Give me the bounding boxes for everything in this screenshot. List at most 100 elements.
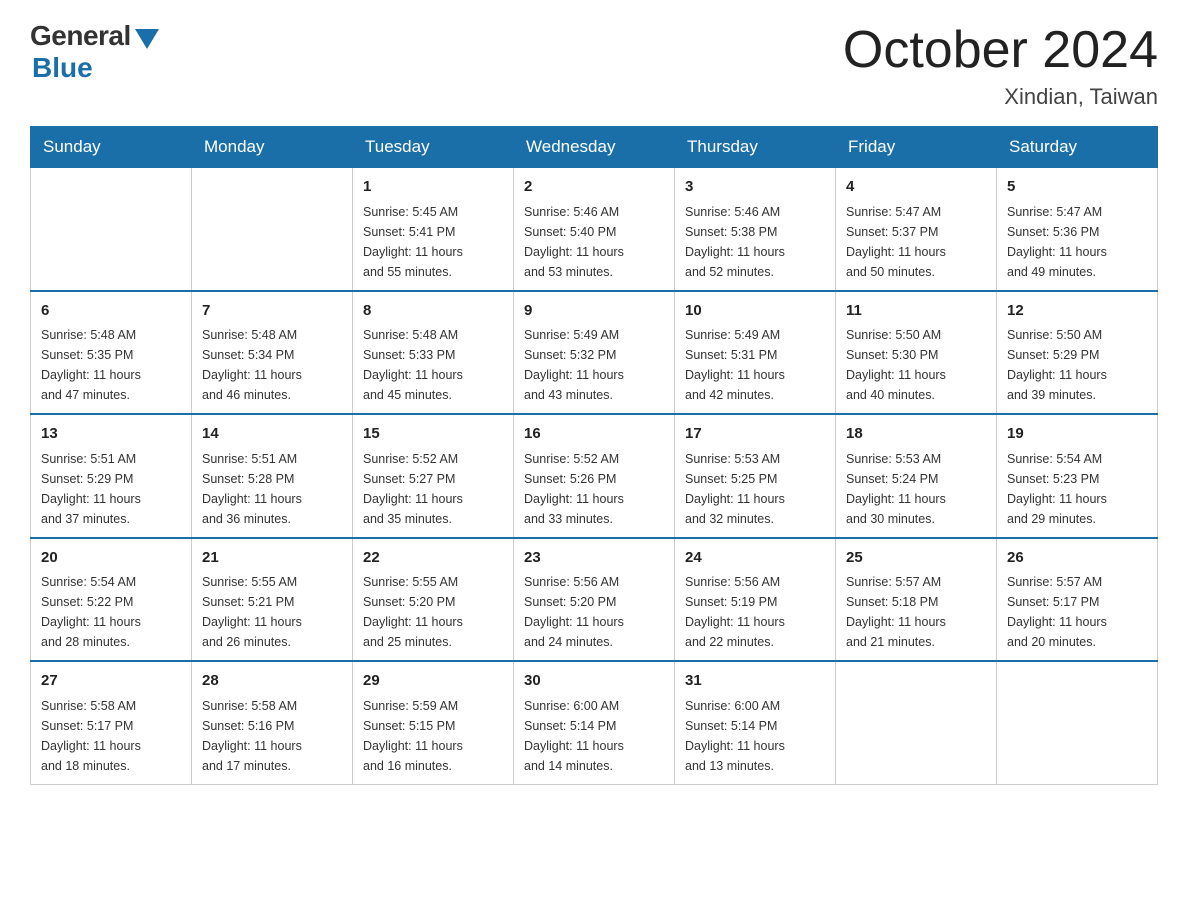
table-row: 9Sunrise: 5:49 AM Sunset: 5:32 PM Daylig…	[514, 291, 675, 415]
table-row: 21 Sunrise: 5:55 AM Sunset: 5:21 PM Dayli…	[192, 538, 353, 662]
table-row: 3 Sunrise: 5:46 AM Sunset: 5:38 PM Daylig…	[675, 168, 836, 291]
table-row: 20Sunrise: 5:54 AM Sunset: 5:22 PM Dayli…	[31, 538, 192, 662]
day-number: 23	[524, 547, 664, 570]
day-info: Sunrise: 5:57 AM Sunset: 5:17 PM Dayligh…	[1007, 575, 1107, 649]
table-row: 31Sunrise: 6:00 AM Sunset: 5:14 PM Dayli…	[675, 661, 836, 784]
day-info: Sunrise: 5:58 AM Sunset: 5:16 PM Dayligh…	[202, 699, 302, 773]
day-number: 26	[1007, 547, 1147, 570]
day-number: 9	[524, 300, 664, 323]
month-title: October 2024	[843, 20, 1158, 80]
day-number: 3	[685, 176, 825, 199]
table-row: 10 Sunrise: 5:49 AM Sunset: 5:31 PM Dayli…	[675, 291, 836, 415]
day-number: 31	[685, 670, 825, 693]
logo-triangle-icon	[135, 29, 159, 49]
table-row: 6 Sunrise: 5:48 AM Sunset: 5:35 PM Daylig…	[31, 291, 192, 415]
day-number: 25	[846, 547, 986, 570]
logo: General Blue	[30, 20, 159, 84]
day-info: Sunrise: 5:50 AM Sunset: 5:29 PM Dayligh…	[1007, 328, 1107, 402]
table-row: 15 Sunrise: 5:52 AM Sunset: 5:27 PM Dayli…	[353, 414, 514, 538]
day-number: 7	[202, 300, 342, 323]
calendar-week-row: 20Sunrise: 5:54 AM Sunset: 5:22 PM Dayli…	[31, 538, 1158, 662]
day-number: 29	[363, 670, 503, 693]
day-info: Sunrise: 5:57 AM Sunset: 5:18 PM Dayligh…	[846, 575, 946, 649]
header-sunday: Sunday	[31, 127, 192, 168]
day-info: Sunrise: 5:53 AM Sunset: 5:25 PM Dayligh…	[685, 452, 785, 526]
day-info: Sunrise: 5:55 AM Sunset: 5:21 PM Dayligh…	[202, 575, 302, 649]
table-row: 13 Sunrise: 5:51 AM Sunset: 5:29 PM Dayli…	[31, 414, 192, 538]
title-section: October 2024 Xindian, Taiwan	[843, 20, 1158, 110]
table-row: 23 Sunrise: 5:56 AM Sunset: 5:20 PM Dayli…	[514, 538, 675, 662]
location: Xindian, Taiwan	[843, 84, 1158, 110]
day-number: 17	[685, 423, 825, 446]
table-row: 11Sunrise: 5:50 AM Sunset: 5:30 PM Dayli…	[836, 291, 997, 415]
table-row: 7 Sunrise: 5:48 AM Sunset: 5:34 PM Daylig…	[192, 291, 353, 415]
day-info: Sunrise: 5:51 AM Sunset: 5:28 PM Dayligh…	[202, 452, 302, 526]
day-number: 15	[363, 423, 503, 446]
table-row: 24 Sunrise: 5:56 AM Sunset: 5:19 PM Dayli…	[675, 538, 836, 662]
table-row: 1 Sunrise: 5:45 AM Sunset: 5:41 PM Daylig…	[353, 168, 514, 291]
day-info: Sunrise: 5:47 AM Sunset: 5:37 PM Dayligh…	[846, 205, 946, 279]
table-row: 14 Sunrise: 5:51 AM Sunset: 5:28 PM Dayli…	[192, 414, 353, 538]
table-row: 4Sunrise: 5:47 AM Sunset: 5:37 PM Daylig…	[836, 168, 997, 291]
day-info: Sunrise: 5:52 AM Sunset: 5:26 PM Dayligh…	[524, 452, 624, 526]
day-info: Sunrise: 5:48 AM Sunset: 5:33 PM Dayligh…	[363, 328, 463, 402]
calendar-table: Sunday Monday Tuesday Wednesday Thursday…	[30, 126, 1158, 785]
day-number: 12	[1007, 300, 1147, 323]
day-number: 5	[1007, 176, 1147, 199]
logo-general-text: General	[30, 20, 131, 52]
day-info: Sunrise: 5:47 AM Sunset: 5:36 PM Dayligh…	[1007, 205, 1107, 279]
table-row: 18Sunrise: 5:53 AM Sunset: 5:24 PM Dayli…	[836, 414, 997, 538]
table-row: 5 Sunrise: 5:47 AM Sunset: 5:36 PM Daylig…	[997, 168, 1158, 291]
day-number: 21	[202, 547, 342, 570]
table-row: 29 Sunrise: 5:59 AM Sunset: 5:15 PM Dayli…	[353, 661, 514, 784]
day-number: 18	[846, 423, 986, 446]
day-number: 8	[363, 300, 503, 323]
header-tuesday: Tuesday	[353, 127, 514, 168]
day-number: 10	[685, 300, 825, 323]
table-row	[31, 168, 192, 291]
day-info: Sunrise: 5:52 AM Sunset: 5:27 PM Dayligh…	[363, 452, 463, 526]
table-row	[997, 661, 1158, 784]
table-row	[192, 168, 353, 291]
calendar-week-row: 6 Sunrise: 5:48 AM Sunset: 5:35 PM Daylig…	[31, 291, 1158, 415]
day-info: Sunrise: 5:49 AM Sunset: 5:31 PM Dayligh…	[685, 328, 785, 402]
day-info: Sunrise: 5:56 AM Sunset: 5:19 PM Dayligh…	[685, 575, 785, 649]
day-info: Sunrise: 5:48 AM Sunset: 5:34 PM Dayligh…	[202, 328, 302, 402]
table-row: 22 Sunrise: 5:55 AM Sunset: 5:20 PM Dayli…	[353, 538, 514, 662]
day-number: 1	[363, 176, 503, 199]
day-number: 11	[846, 300, 986, 323]
table-row	[836, 661, 997, 784]
header-monday: Monday	[192, 127, 353, 168]
day-info: Sunrise: 5:54 AM Sunset: 5:23 PM Dayligh…	[1007, 452, 1107, 526]
day-info: Sunrise: 5:51 AM Sunset: 5:29 PM Dayligh…	[41, 452, 141, 526]
header-wednesday: Wednesday	[514, 127, 675, 168]
day-number: 2	[524, 176, 664, 199]
day-info: Sunrise: 5:58 AM Sunset: 5:17 PM Dayligh…	[41, 699, 141, 773]
day-info: Sunrise: 5:45 AM Sunset: 5:41 PM Dayligh…	[363, 205, 463, 279]
day-info: Sunrise: 5:55 AM Sunset: 5:20 PM Dayligh…	[363, 575, 463, 649]
day-info: Sunrise: 5:59 AM Sunset: 5:15 PM Dayligh…	[363, 699, 463, 773]
day-number: 27	[41, 670, 181, 693]
page-header: General Blue October 2024 Xindian, Taiwa…	[30, 20, 1158, 110]
day-info: Sunrise: 5:46 AM Sunset: 5:40 PM Dayligh…	[524, 205, 624, 279]
day-number: 14	[202, 423, 342, 446]
day-number: 16	[524, 423, 664, 446]
table-row: 8 Sunrise: 5:48 AM Sunset: 5:33 PM Daylig…	[353, 291, 514, 415]
header-thursday: Thursday	[675, 127, 836, 168]
day-info: Sunrise: 5:46 AM Sunset: 5:38 PM Dayligh…	[685, 205, 785, 279]
header-friday: Friday	[836, 127, 997, 168]
day-number: 24	[685, 547, 825, 570]
calendar-week-row: 1 Sunrise: 5:45 AM Sunset: 5:41 PM Daylig…	[31, 168, 1158, 291]
day-number: 28	[202, 670, 342, 693]
day-number: 30	[524, 670, 664, 693]
calendar-week-row: 13 Sunrise: 5:51 AM Sunset: 5:29 PM Dayli…	[31, 414, 1158, 538]
table-row: 12 Sunrise: 5:50 AM Sunset: 5:29 PM Dayli…	[997, 291, 1158, 415]
day-number: 22	[363, 547, 503, 570]
day-info: Sunrise: 5:56 AM Sunset: 5:20 PM Dayligh…	[524, 575, 624, 649]
day-number: 6	[41, 300, 181, 323]
day-number: 13	[41, 423, 181, 446]
calendar-week-row: 27 Sunrise: 5:58 AM Sunset: 5:17 PM Dayli…	[31, 661, 1158, 784]
calendar-header-row: Sunday Monday Tuesday Wednesday Thursday…	[31, 127, 1158, 168]
day-info: Sunrise: 5:48 AM Sunset: 5:35 PM Dayligh…	[41, 328, 141, 402]
day-number: 20	[41, 547, 181, 570]
